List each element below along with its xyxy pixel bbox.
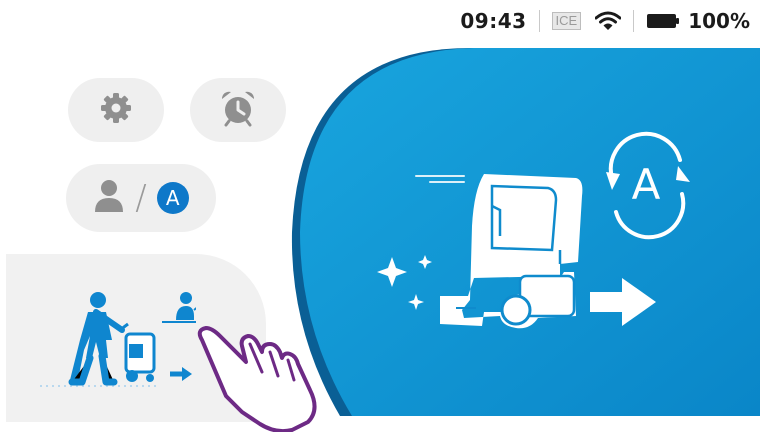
ice-indicator: ICE bbox=[551, 12, 582, 30]
battery-icon bbox=[646, 12, 680, 30]
alarm-button[interactable] bbox=[190, 78, 286, 142]
gear-icon bbox=[98, 90, 134, 131]
settings-button[interactable] bbox=[68, 78, 164, 142]
auto-mode-tile[interactable] bbox=[300, 48, 760, 416]
alarm-clock-icon bbox=[218, 88, 258, 133]
user-mode-button[interactable]: / A bbox=[66, 164, 216, 232]
wifi-icon bbox=[595, 11, 622, 31]
battery-percent: 100% bbox=[688, 9, 750, 33]
clock-time: 09:43 bbox=[460, 9, 527, 33]
auto-badge: A bbox=[156, 182, 189, 214]
person-pushing-scrubber-icon bbox=[36, 290, 205, 395]
user-icon bbox=[93, 178, 125, 219]
status-divider bbox=[538, 10, 540, 32]
mode-separator: / bbox=[135, 178, 147, 218]
status-bar: 09:43 ICE 100% bbox=[460, 6, 750, 36]
pointing-hand-icon bbox=[190, 300, 340, 432]
status-divider bbox=[633, 10, 635, 32]
